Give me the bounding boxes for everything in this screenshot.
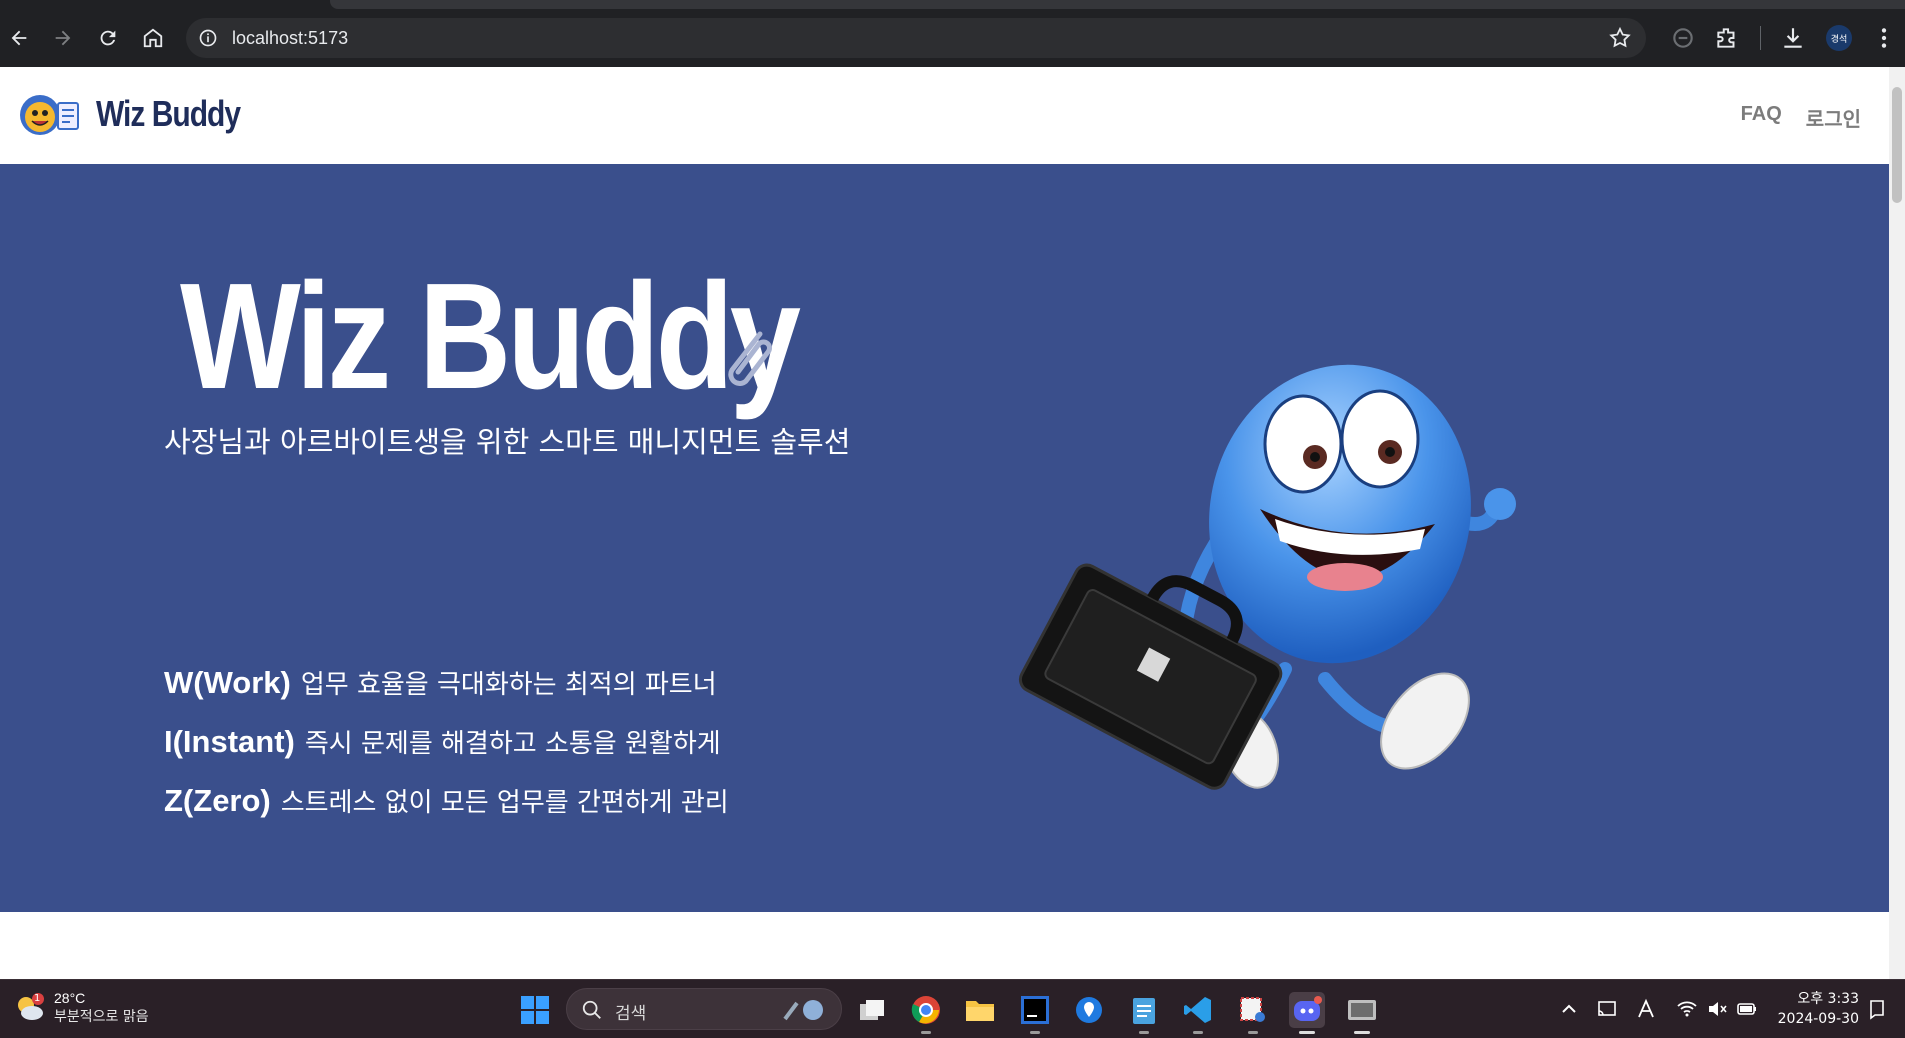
feature-item: W(Work) 업무 효율을 극대화하는 최적의 파트너 [164,664,729,723]
windows-taskbar: 1 28°C 부분적으로 맑음 검색 오후 3:33 2024-09-30 [0,979,1905,1038]
back-button[interactable] [4,23,34,53]
clock-time: 오후 3:33 [1797,991,1859,1007]
star-icon[interactable] [1608,26,1632,50]
hero-section: Wiz Buddy 사장님과 아르바이트생을 위한 스마트 매니지먼트 솔루션 … [0,164,1889,912]
task-view-button[interactable] [854,992,890,1028]
hero-title: Wiz Buddy [180,252,801,422]
feature-desc: 업무 효율을 극대화하는 최적의 파트너 [300,670,717,700]
feature-item: Z(Zero) 스트레스 없이 모든 업무를 간편하게 관리 [164,782,729,841]
notification-icon[interactable] [1866,998,1888,1020]
weather-temp: 28°C [54,990,86,1006]
info-icon[interactable] [198,28,218,48]
running-indicator [1030,1031,1040,1034]
mascot-illustration [1018,364,1516,790]
sync-icon[interactable] [1670,25,1696,51]
logo-text: Wiz Buddy [96,94,241,135]
folder-icon [966,1001,994,1021]
feature-desc: 즉시 문제를 해결하고 소통을 원활하게 [304,729,721,759]
site-logo[interactable]: Wiz Buddy [18,91,241,139]
chrome-app-button[interactable] [908,992,944,1034]
running-indicator [1299,1031,1315,1034]
discord-icon [1294,996,1322,1021]
arrow-left-icon [11,30,27,46]
home-button[interactable] [138,23,168,53]
feature-item: I(Instant) 즉시 문제를 해결하고 소통을 원활하게 [164,723,729,782]
ime-icon[interactable] [1635,998,1657,1020]
nav-faq-link[interactable]: FAQ [1741,103,1782,132]
address-bar[interactable]: localhost:5173 [186,18,1646,58]
snipping-icon [1240,997,1265,1022]
weather-widget[interactable]: 1 28°C 부분적으로 맑음 [14,990,149,1026]
screen-recorder-icon [1348,1000,1376,1020]
weather-badge: 1 [34,993,41,1004]
browser-toolbar: localhost:5173 경석 [0,0,1905,67]
weather-icon: 1 [14,992,46,1024]
notepad-icon [1133,998,1155,1024]
running-indicator [921,1031,931,1034]
puzzle-icon[interactable] [1714,25,1740,51]
jetbrains-app-button[interactable] [1017,992,1053,1034]
search-icon [582,1000,601,1019]
clock-date: 2024-09-30 [1777,1011,1859,1027]
taskbar-search[interactable]: 검색 [566,988,842,1030]
running-indicator [1193,1031,1203,1034]
page-scrollbar[interactable] [1889,67,1905,979]
feature-list: W(Work) 업무 효율을 극대화하는 최적의 파트너 I(Instant) … [164,664,729,841]
notepad-app-button[interactable] [1126,992,1162,1034]
weather-desc: 부분적으로 맑음 [54,1009,149,1025]
chevron-up-icon[interactable] [1558,998,1580,1020]
cast-icon[interactable] [1596,998,1618,1020]
reload-icon [100,30,116,46]
logo-mascot-icon [20,95,79,135]
vscode-app-button[interactable] [1180,992,1216,1034]
nav-login-link[interactable]: 로그인 [1806,103,1861,132]
intellij-icon [1021,996,1049,1024]
running-indicator [1139,1031,1149,1034]
reload-button[interactable] [93,23,123,53]
site-header: Wiz Buddy FAQ 로그인 [0,67,1889,164]
running-indicator [1248,1031,1258,1034]
file-explorer-button[interactable] [962,992,998,1028]
toolbar-divider [1760,26,1761,50]
hero-subtitle: 사장님과 아르바이트생을 위한 스마트 매니지먼트 솔루션 [164,425,851,459]
forward-button[interactable] [48,23,78,53]
vscode-icon [1184,997,1211,1023]
feature-key: I(Instant) [164,724,295,759]
running-indicator [1354,1031,1370,1034]
speaker-muted-icon[interactable] [1706,998,1728,1020]
snipping-tool-button[interactable] [1235,992,1271,1034]
top-nav: FAQ 로그인 [1741,103,1861,132]
paperclip-icon [728,331,772,386]
download-icon[interactable] [1780,25,1806,51]
web-page: Wiz Buddy FAQ 로그인 Wiz Buddy 사장님과 아르바이트생을… [0,67,1889,979]
feature-key: Z(Zero) [164,783,271,818]
map-pin-icon [1076,997,1102,1023]
profile-avatar[interactable]: 경석 [1826,25,1852,51]
tab-strip [330,0,1905,9]
task-view-icon [860,1000,884,1020]
search-placeholder: 검색 [615,1004,647,1024]
windows-start-icon[interactable] [519,994,551,1026]
system-clock[interactable]: 오후 3:33 2024-09-30 [1778,989,1859,1029]
home-icon [143,28,163,48]
scrollbar-thumb[interactable] [1892,87,1902,203]
chrome-icon [911,996,940,1024]
discord-app-button[interactable] [1289,992,1325,1034]
url-text[interactable]: localhost:5173 [232,28,348,49]
kebab-icon[interactable] [1871,25,1897,51]
wifi-icon[interactable] [1676,998,1698,1020]
search-highlight-icon [783,1000,823,1021]
feature-key: W(Work) [164,665,291,700]
maps-app-button[interactable] [1071,992,1107,1028]
arrow-right-icon [55,30,71,46]
feature-desc: 스트레스 없이 모든 업무를 간편하게 관리 [280,788,729,818]
battery-icon[interactable] [1736,998,1758,1020]
recorder-app-button[interactable] [1344,992,1380,1034]
